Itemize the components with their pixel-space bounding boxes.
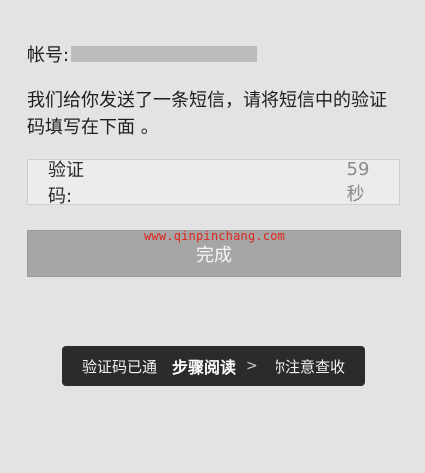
toast-text-left: 验证码已通 (82, 357, 158, 376)
verification-code-label: 验证码: (48, 160, 84, 207)
verification-code-input[interactable] (109, 166, 339, 198)
resend-countdown: 59秒 (346, 158, 370, 205)
verification-code-field[interactable]: 验证码: 59秒 (27, 158, 400, 207)
toast-text-right: 你注意查收 (269, 357, 345, 376)
account-row: 帐号: (27, 41, 258, 67)
account-value-masked (71, 46, 258, 62)
watermark-url: www.qinpinchang.com (144, 229, 286, 243)
step-reading-overlay[interactable]: 步骤阅读 > (172, 346, 276, 386)
step-reading-label: 步骤阅读 (172, 358, 237, 377)
chevron-right-icon: > (246, 358, 258, 374)
toast-message: 验证码已通 你注意查收 步骤阅读 > (62, 346, 365, 386)
account-label: 帐号: (27, 45, 70, 66)
sms-instruction-text: 我们给你发送了一条短信，请将短信中的验证码填写在下面 。 (27, 90, 387, 138)
